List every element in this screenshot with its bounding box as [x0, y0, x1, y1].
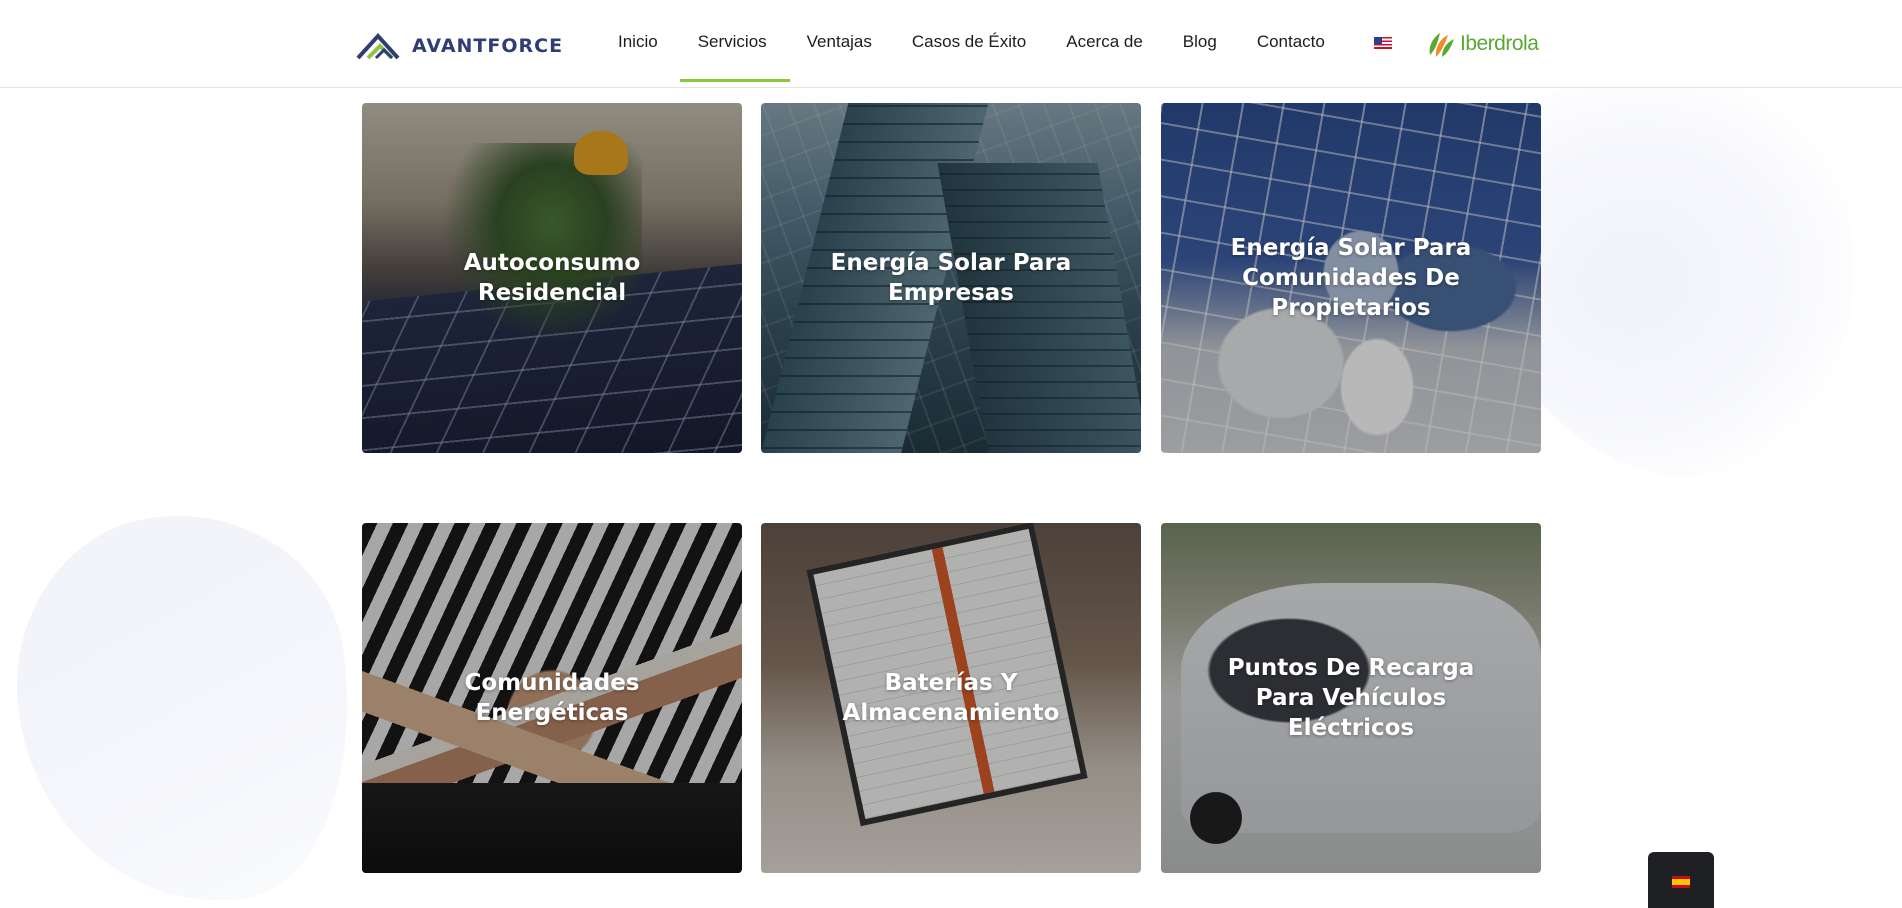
nav-item-casos-de-exito[interactable]: Casos de Éxito: [892, 0, 1046, 86]
nav-item-contacto[interactable]: Contacto: [1237, 0, 1345, 86]
service-card-title: Comunidades Energéticas: [464, 670, 640, 726]
service-card-energia-solar-comunidades[interactable]: Energía Solar Para Comunidades De Propie…: [1161, 103, 1541, 453]
service-card-title: Energía Solar Para Comunidades De Propie…: [1230, 235, 1472, 321]
service-card-baterias-almacenamiento[interactable]: Baterías Y Almacenamiento: [761, 523, 1141, 873]
es-flag-icon: [1672, 876, 1690, 888]
iberdrola-wordmark: Iberdrola: [1460, 32, 1539, 55]
nav-item-inicio[interactable]: Inicio: [598, 0, 678, 86]
decorative-blob-left: [0, 493, 376, 908]
service-card-title: Puntos De Recarga Para Vehículos Eléctri…: [1227, 655, 1475, 741]
brand-name: AVANTFORCE: [412, 35, 564, 57]
avantforce-logo[interactable]: AVANTFORCE: [356, 30, 563, 62]
service-card-title: Autoconsumo Residencial: [463, 250, 641, 306]
main-nav: Inicio Servicios Ventajas Casos de Éxito…: [598, 0, 1345, 86]
service-card-puntos-de-recarga[interactable]: Puntos De Recarga Para Vehículos Eléctri…: [1161, 523, 1541, 873]
nav-item-ventajas[interactable]: Ventajas: [787, 0, 892, 86]
service-card-comunidades-energeticas[interactable]: Comunidades Energéticas: [362, 523, 742, 873]
nav-item-acerca-de[interactable]: Acerca de: [1046, 0, 1163, 86]
nav-item-blog[interactable]: Blog: [1163, 0, 1237, 86]
nav-active-indicator: [680, 79, 790, 82]
iberdrola-leaf-icon: [1429, 33, 1454, 57]
service-card-energia-solar-empresas[interactable]: Energía Solar Para Empresas: [761, 103, 1141, 453]
language-switcher[interactable]: [1648, 852, 1714, 908]
site-header: AVANTFORCE Inicio Servicios Ventajas Cas…: [0, 0, 1902, 88]
page: AVANTFORCE Inicio Servicios Ventajas Cas…: [0, 0, 1902, 908]
iberdrola-logo[interactable]: Iberdrola: [1426, 28, 1539, 60]
nav-item-servicios[interactable]: Servicios: [678, 0, 787, 86]
service-card-title: Energía Solar Para Empresas: [830, 250, 1072, 306]
service-card-autoconsumo-residencial[interactable]: Autoconsumo Residencial: [362, 103, 742, 453]
us-flag-icon[interactable]: [1374, 37, 1392, 49]
avantforce-logo-icon: [356, 33, 400, 60]
service-card-title: Baterías Y Almacenamiento: [842, 670, 1060, 726]
